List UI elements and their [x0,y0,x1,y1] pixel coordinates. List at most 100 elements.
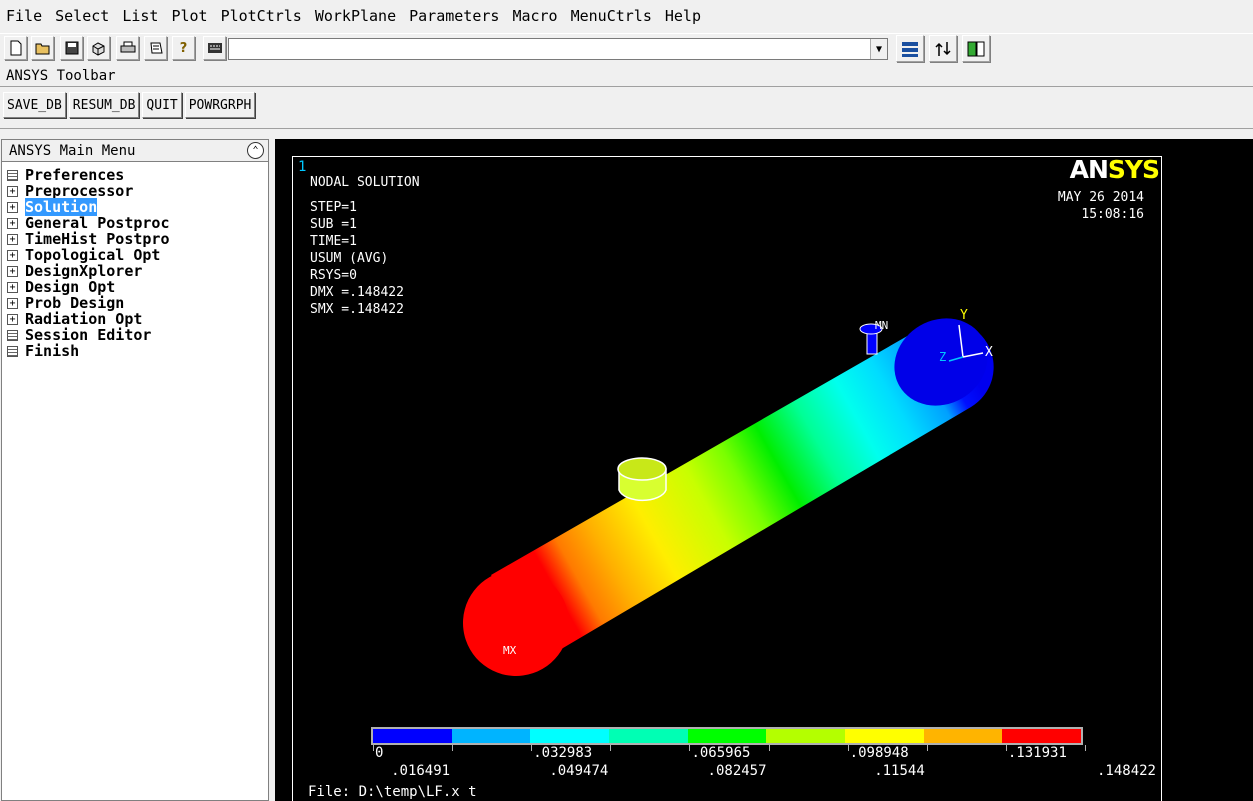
menu-item-label: Finish [25,342,80,360]
contact-manager-icon[interactable] [962,35,990,62]
report-icon[interactable] [144,36,167,60]
nozzle-center-opening [617,457,667,481]
legend-swatch [923,729,1003,743]
file-label: File: D:\temp\LF.x t [308,784,477,800]
menu-item-design-opt[interactable]: + Design Opt [2,278,268,296]
plot-frame: 1 ANSYS NODAL SOLUTION STEP=1 SUB =1 TIME=… [292,155,1162,801]
legend-tick [1005,745,1007,751]
menu-workplane[interactable]: WorkPlane [315,7,396,25]
main-menu-title: ANSYS Main Menu [9,142,136,159]
expand-plus-icon[interactable]: + [7,233,18,245]
legend-swatch [530,729,610,743]
command-toolbar: ? ▼ [0,33,1253,64]
document-icon [7,345,18,357]
toolbar-divider-bottom [0,128,1253,129]
save-db-button[interactable]: SAVE_DB [3,92,66,118]
menu-item-session-editor[interactable]: Session Editor [2,326,268,344]
menu-plot[interactable]: Plot [171,7,207,25]
legend-tick [926,745,928,751]
expand-plus-icon[interactable]: + [7,281,18,293]
legend-label-top: .032983 [533,745,593,761]
legend-label-bottom: .148422 [1096,763,1156,779]
menu-item-radiation-opt[interactable]: + Radiation Opt [2,310,268,328]
legend-label-bottom: .049474 [549,763,609,779]
legend-swatch [845,729,924,743]
main-menu-header: ANSYS Main Menu ⌃ [2,140,268,162]
powrgrph-button[interactable]: POWRGRPH [184,92,256,118]
menu-file[interactable]: File [6,7,42,25]
menu-select[interactable]: Select [55,7,109,25]
main-menu-panel: ANSYS Main Menu ⌃ Preferences + Preprocess… [1,139,269,801]
menu-item-timehist-postpro[interactable]: + TimeHist Postpro [2,230,268,248]
document-icon [7,329,18,341]
legend-tick [847,745,849,751]
legend-swatch [1002,729,1082,743]
raise-hidden-icon[interactable] [896,35,924,62]
expand-plus-icon[interactable]: + [7,265,18,277]
max-label: MX [503,644,517,657]
menu-parameters[interactable]: Parameters [409,7,499,25]
model-view: Y X Z MN MX [463,308,994,676]
legend-swatch [373,729,452,743]
expand-plus-icon[interactable]: + [7,313,18,325]
chevron-down-icon: ▼ [875,43,883,55]
menu-item-preferences[interactable]: Preferences [2,166,268,184]
min-label: MN [875,319,888,332]
open-folder-icon[interactable] [31,36,54,60]
legend-tick [531,745,533,751]
document-icon [7,169,18,181]
menu-item-preprocessor[interactable]: + Preprocessor [2,182,268,200]
menu-bar: File Select List Plot PlotCtrls WorkPlane Para… [0,0,1253,32]
menu-list[interactable]: List [122,7,158,25]
legend-tick [452,745,454,751]
resum-db-button[interactable]: RESUM_DB [68,92,140,118]
keyboard-icon[interactable] [203,36,226,60]
menu-help[interactable]: Help [665,7,701,25]
legend-swatch [766,729,846,743]
legend-label-top: .098948 [849,745,909,761]
legend-tick [373,745,374,751]
axis-y-label: Y [960,308,968,323]
collapse-icon[interactable]: ⌃ [247,142,264,159]
legend-label-top: .065965 [691,745,751,761]
legend-label-bottom: .11544 [874,763,925,779]
reset-picking-icon[interactable] [929,35,957,62]
menu-item-topological-opt[interactable]: + Topological Opt [2,246,268,264]
legend-label-top: .131931 [1007,745,1067,761]
main-menu-tree: Preferences + Preprocessor + Solution + Genera… [2,162,268,360]
menu-item-solution[interactable]: + Solution [2,198,268,216]
ansys-toolbar-buttons: SAVE_DB RESUM_DB QUIT POWRGRPH [3,92,256,118]
legend-tick [768,745,770,751]
menu-item-prob-design[interactable]: + Prob Design [2,294,268,312]
expand-plus-icon[interactable]: + [7,297,18,309]
quit-button[interactable]: QUIT [142,92,182,118]
menu-item-designxplorer[interactable]: + DesignXplorer [2,262,268,280]
new-file-icon[interactable] [4,36,27,60]
legend-label-top: 0 [375,745,384,761]
help-icon[interactable]: ? [172,36,195,60]
menu-item-general-postproc[interactable]: + General Postproc [2,214,268,232]
save-icon[interactable] [60,36,83,60]
expand-plus-icon[interactable]: + [7,217,18,229]
axis-z-label: Z [939,350,946,364]
command-dropdown-button[interactable]: ▼ [870,39,887,59]
menu-plotctrls[interactable]: PlotCtrls [221,7,302,25]
print-icon[interactable] [116,36,139,60]
menu-item-finish[interactable]: Finish [2,342,268,360]
command-input[interactable] [228,38,888,60]
menu-macro[interactable]: Macro [512,7,557,25]
expand-plus-icon[interactable]: + [7,201,18,213]
expand-plus-icon[interactable]: + [7,249,18,261]
contour-legend [371,727,1083,745]
view-3d-icon[interactable] [87,36,110,60]
legend-tick [689,745,691,751]
legend-swatch [451,729,531,743]
nozzle-small [866,331,878,355]
expand-plus-icon[interactable]: + [7,185,18,197]
legend-tick [1085,745,1086,751]
ansys-toolbar-label: ANSYS Toolbar [6,68,116,84]
axis-x-label: X [985,345,993,360]
graphics-window[interactable]: 1 ANSYS NODAL SOLUTION STEP=1 SUB =1 TIME=… [275,139,1253,801]
legend-swatch [687,729,767,743]
menu-menuctrls[interactable]: MenuCtrls [571,7,652,25]
